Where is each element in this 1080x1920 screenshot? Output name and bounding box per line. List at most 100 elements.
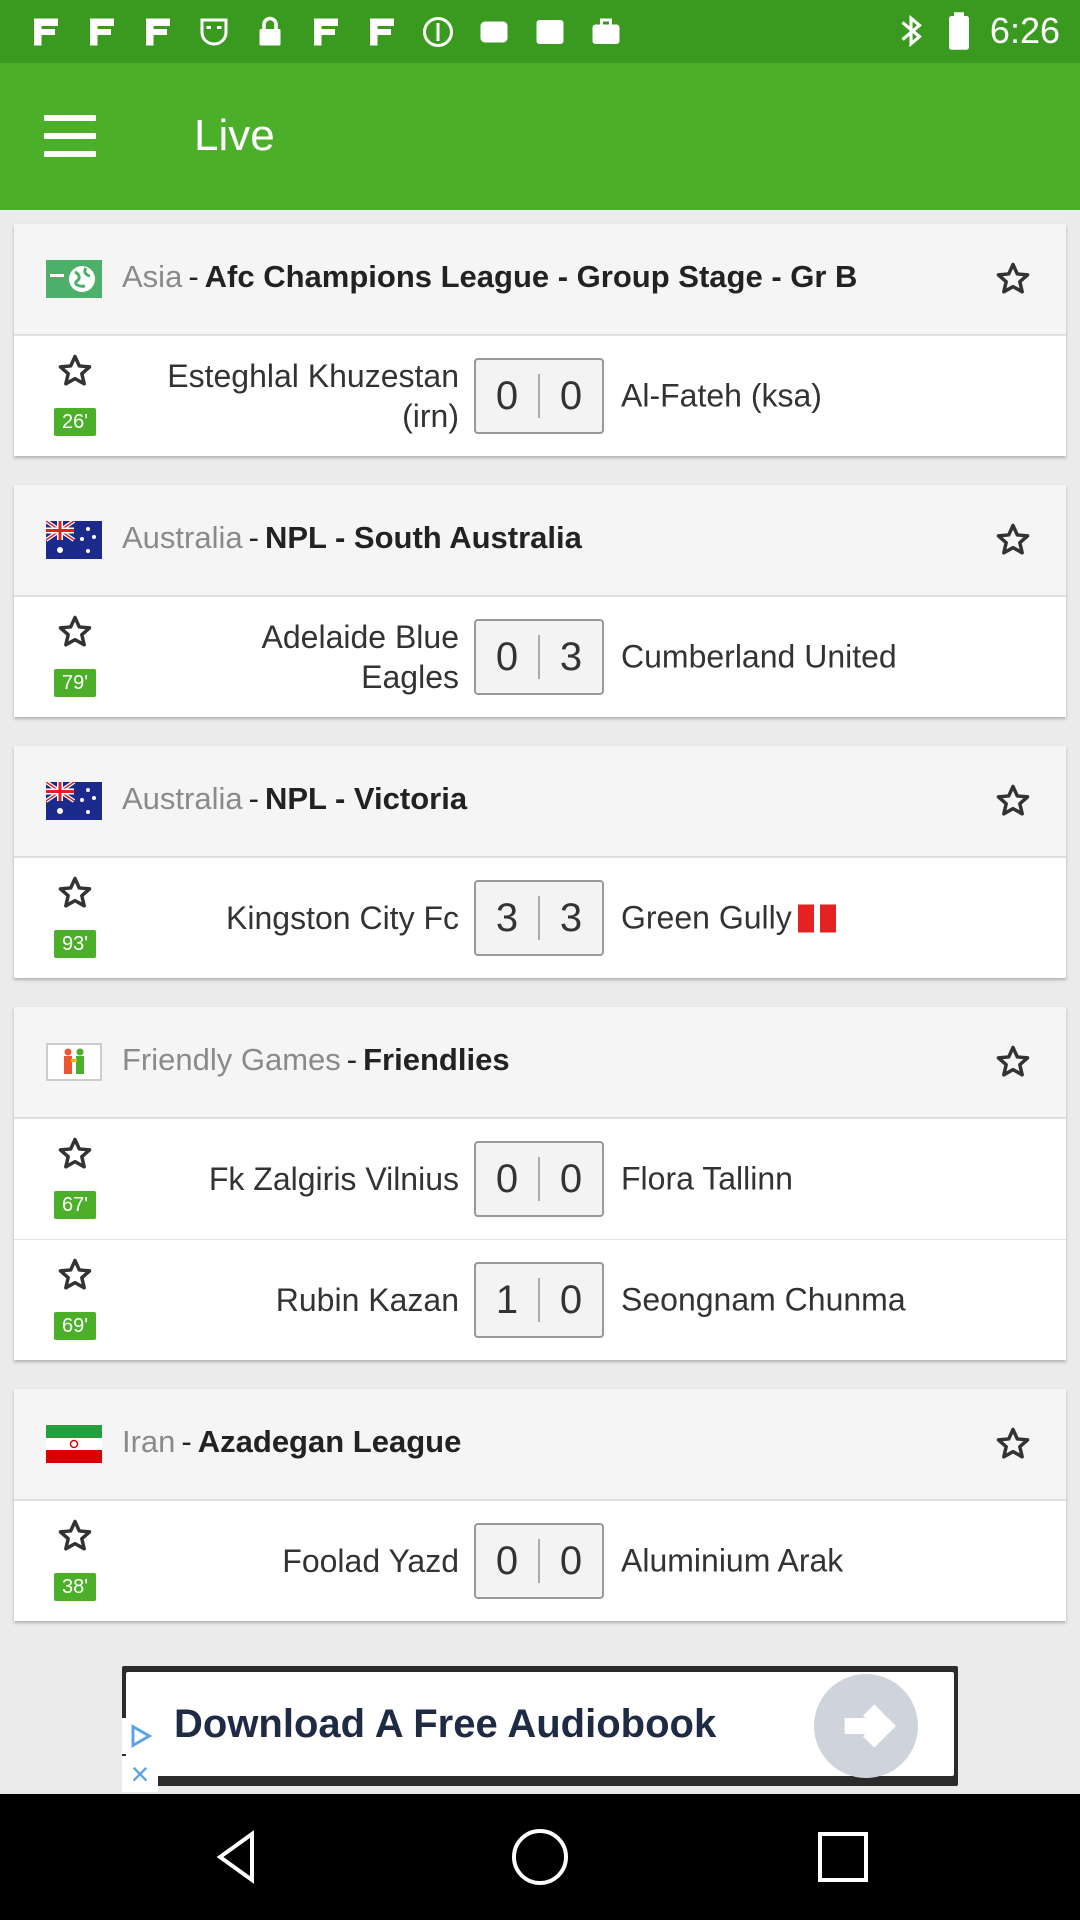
away-team: Cumberland United bbox=[621, 639, 897, 676]
ad-content[interactable]: Download A Free Audiobook bbox=[126, 1672, 954, 1778]
navigation-bar bbox=[0, 1794, 1080, 1920]
away-team-name: Green Gully bbox=[621, 899, 792, 936]
league-header[interactable]: Australia - NPL - Victoria bbox=[14, 746, 1066, 857]
checklist-icon bbox=[530, 12, 570, 52]
league-name: Afc Champions League - Group Stage - Gr … bbox=[204, 259, 858, 294]
home-icon[interactable] bbox=[507, 1824, 573, 1890]
score-box: 33 bbox=[474, 880, 604, 956]
home-score: 3 bbox=[495, 895, 519, 940]
league-name: NPL - South Australia bbox=[264, 520, 582, 555]
favorite-star-icon[interactable] bbox=[56, 352, 94, 390]
league-header[interactable]: Iran - Azadegan League bbox=[14, 1389, 1066, 1500]
away-score: 0 bbox=[559, 1156, 583, 1201]
favorite-star-icon[interactable] bbox=[994, 521, 1032, 559]
home-score: 0 bbox=[495, 1156, 519, 1201]
home-team: Foolad Yazd bbox=[282, 1543, 459, 1579]
league-card: Asia - Afc Champions League - Group Stage … bbox=[14, 224, 1066, 456]
separator: - bbox=[248, 520, 259, 555]
favorite-star-icon[interactable] bbox=[56, 1517, 94, 1555]
score-box: 03 bbox=[474, 619, 604, 695]
home-score: 1 bbox=[495, 1277, 519, 1322]
ad-banner[interactable]: Download A Free Audiobook bbox=[122, 1666, 958, 1786]
separator: - bbox=[248, 781, 259, 816]
favorite-star-icon[interactable] bbox=[56, 613, 94, 651]
match-row[interactable]: 38' Foolad Yazd 0 0 Aluminium Arak bbox=[14, 1500, 1066, 1621]
separator: - bbox=[346, 1042, 358, 1077]
iran-flag-icon bbox=[46, 1425, 102, 1463]
league-country: Australia bbox=[122, 781, 243, 816]
recents-icon[interactable] bbox=[810, 1824, 876, 1890]
away-team-name: Flora Tallinn bbox=[621, 1160, 793, 1197]
favorite-star-icon[interactable] bbox=[994, 782, 1032, 820]
score-box: 10 bbox=[474, 1262, 604, 1338]
favorite-star-icon[interactable] bbox=[994, 260, 1032, 298]
league-header[interactable]: Asia - Afc Champions League - Group Stage … bbox=[14, 224, 1066, 335]
match-minute-badge: 79' bbox=[54, 669, 96, 697]
app-bar: Live bbox=[0, 63, 1080, 210]
league-card: Iran - Azadegan League 38' Foolad Yazd 0 0 Alum… bbox=[14, 1389, 1066, 1621]
system-status: 6:26 bbox=[894, 10, 1060, 52]
match-row[interactable]: 79' Adelaide Blue Eagles 0 3 Cumberland Unit… bbox=[14, 596, 1066, 717]
league-country: Friendly Games bbox=[122, 1042, 341, 1077]
ad-area: Download A Free Audiobook × bbox=[0, 1660, 1080, 1794]
league-card: Australia - NPL - Victoria 93' Kingston City… bbox=[14, 746, 1066, 978]
separator: - bbox=[181, 1424, 192, 1459]
page-title: Live bbox=[194, 111, 275, 160]
notification-icons bbox=[26, 12, 626, 52]
score-box: 00 bbox=[474, 358, 604, 434]
away-score: 3 bbox=[559, 895, 583, 940]
away-score: 0 bbox=[559, 373, 583, 418]
ad-text: Download A Free Audiobook bbox=[174, 1701, 717, 1746]
favorite-star-icon[interactable] bbox=[56, 874, 94, 912]
arrow-right-icon[interactable] bbox=[814, 1674, 918, 1778]
league-list: Asia - Afc Champions League - Group Stage … bbox=[14, 224, 1066, 1650]
ad-close-icon[interactable]: × bbox=[122, 1756, 158, 1792]
league-title: Asia - Afc Champions League - Group Stage … bbox=[122, 259, 857, 295]
home-score: 0 bbox=[495, 373, 519, 418]
favorite-star-icon[interactable] bbox=[56, 1256, 94, 1294]
away-team-name: Seongnam Chunma bbox=[621, 1281, 906, 1318]
score-box: 00 bbox=[474, 1141, 604, 1217]
league-card: Friendly Games - Friendlies 67' Fk Zalgiris … bbox=[14, 1007, 1066, 1360]
league-country: Iran bbox=[122, 1424, 176, 1459]
match-minute-badge: 69' bbox=[54, 1312, 96, 1340]
league-card: Australia - NPL - South Australia 79' Adelai… bbox=[14, 485, 1066, 717]
away-team-name: Cumberland United bbox=[621, 638, 897, 675]
match-row[interactable]: 67' Fk Zalgiris Vilnius 0 0 Flora Tallinn bbox=[14, 1118, 1066, 1239]
briefcase-icon bbox=[586, 12, 626, 52]
red-card-icon bbox=[819, 904, 836, 932]
battery-icon bbox=[948, 12, 969, 50]
back-icon[interactable] bbox=[206, 1824, 272, 1890]
match-row[interactable]: 93' Kingston City Fc 3 3 Green Gully bbox=[14, 857, 1066, 978]
favorite-star-icon[interactable] bbox=[994, 1425, 1032, 1463]
favorite-star-icon[interactable] bbox=[56, 1135, 94, 1173]
friendly-flag-icon bbox=[46, 1043, 102, 1081]
separator: - bbox=[188, 259, 199, 294]
match-row[interactable]: 69' Rubin Kazan 1 0 Seongnam Chunma bbox=[14, 1239, 1066, 1360]
home-score: 0 bbox=[495, 1538, 519, 1583]
league-name: NPL - Victoria bbox=[264, 781, 468, 816]
pinterest-icon bbox=[418, 12, 458, 52]
league-header[interactable]: Friendly Games - Friendlies bbox=[14, 1007, 1066, 1118]
away-score: 0 bbox=[559, 1538, 583, 1583]
ad-choices-icon[interactable] bbox=[122, 1718, 158, 1754]
red-card-icon bbox=[797, 904, 814, 932]
away-score: 3 bbox=[559, 634, 583, 679]
home-team: Rubin Kazan bbox=[275, 1282, 459, 1318]
match-minute-badge: 67' bbox=[54, 1191, 96, 1219]
league-header[interactable]: Australia - NPL - South Australia bbox=[14, 485, 1066, 596]
away-team-name: Aluminium Arak bbox=[621, 1542, 844, 1579]
mask-icon bbox=[194, 12, 234, 52]
league-country: Asia bbox=[122, 259, 183, 294]
league-name: Friendlies bbox=[363, 1042, 510, 1077]
home-team: Adelaide Blue Eagles bbox=[261, 619, 459, 695]
match-row[interactable]: 26' Esteghlal Khuzestan (irn) 0 0 Al-Fateh (… bbox=[14, 335, 1066, 456]
menu-icon[interactable] bbox=[44, 115, 100, 159]
away-team: Green Gully bbox=[621, 900, 836, 937]
match-minute-badge: 93' bbox=[54, 930, 96, 958]
away-team: Seongnam Chunma bbox=[621, 1282, 906, 1319]
home-score: 0 bbox=[495, 634, 519, 679]
league-name: Azadegan League bbox=[197, 1424, 462, 1459]
app-icon bbox=[82, 12, 122, 52]
favorite-star-icon[interactable] bbox=[994, 1043, 1032, 1081]
